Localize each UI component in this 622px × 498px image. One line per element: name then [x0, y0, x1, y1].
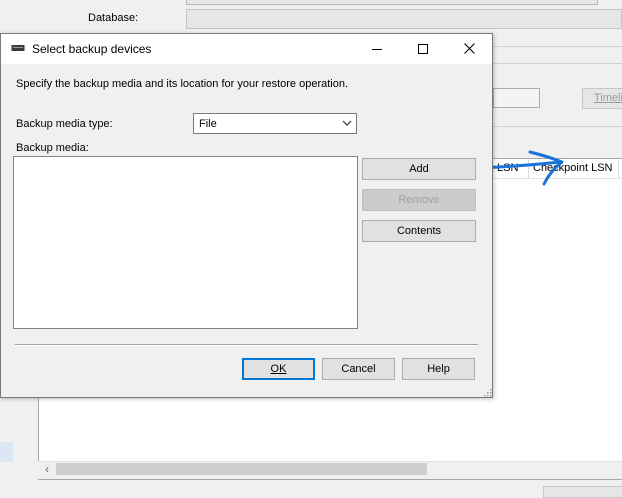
resize-grip-icon[interactable] — [482, 387, 492, 397]
chevron-down-icon — [342, 120, 352, 126]
scrollbar-thumb — [56, 463, 427, 475]
background-divider — [493, 46, 622, 47]
backup-media-list[interactable] — [13, 156, 358, 329]
minimize-icon — [372, 48, 382, 50]
instruction-text: Specify the backup media and its locatio… — [16, 78, 349, 90]
background-top-field — [186, 0, 598, 5]
backup-media-type-select[interactable]: File — [193, 113, 357, 134]
ok-button[interactable]: OK — [242, 358, 315, 380]
background-text-field — [493, 88, 540, 108]
backup-media-type-label: Backup media type: — [16, 118, 113, 130]
title-bar[interactable]: Select backup devices — [1, 34, 492, 64]
background-divider — [493, 126, 622, 127]
maximize-button[interactable] — [400, 34, 446, 63]
minimize-button[interactable] — [354, 34, 400, 63]
backup-media-type-value: File — [199, 118, 217, 130]
cancel-button[interactable]: Cancel — [322, 358, 395, 380]
background-selection-strip — [0, 442, 13, 462]
timeline-button: Timeline... — [582, 88, 622, 109]
close-button[interactable] — [446, 34, 492, 63]
database-label: Database: — [88, 12, 139, 24]
select-backup-devices-dialog: Select backup devices Specify the backup… — [0, 33, 493, 398]
maximize-icon — [418, 43, 428, 54]
background-bottom-button — [543, 486, 622, 498]
dialog-title: Select backup devices — [32, 42, 152, 56]
tape-drive-icon — [11, 45, 25, 51]
close-icon — [463, 43, 475, 54]
column-separator — [618, 160, 619, 178]
scroll-left-icon: ‹ — [45, 462, 49, 476]
footer-separator-highlight — [15, 345, 478, 346]
contents-button[interactable]: Contents — [362, 220, 476, 242]
help-button[interactable]: Help — [402, 358, 475, 380]
add-button[interactable]: Add — [362, 158, 476, 180]
ok-button-label: OK — [270, 363, 287, 375]
backup-media-label: Backup media: — [16, 142, 89, 154]
database-field — [186, 9, 622, 29]
background-divider — [493, 63, 622, 64]
remove-button[interactable]: Remove — [362, 189, 476, 211]
